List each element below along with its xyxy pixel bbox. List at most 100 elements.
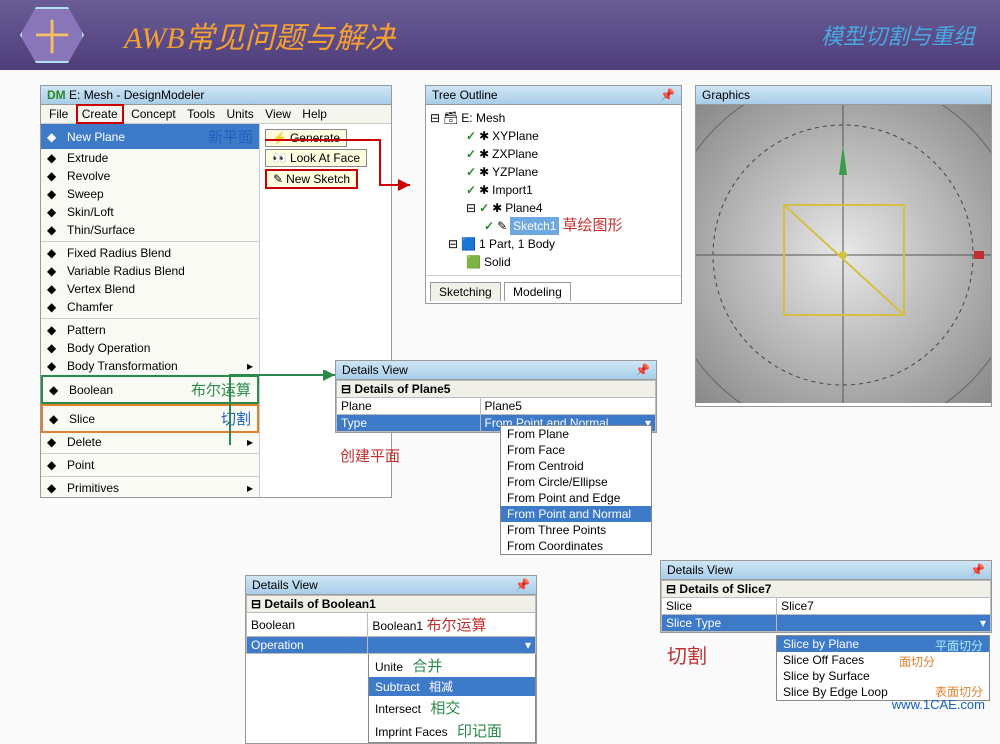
collapse-icon[interactable]: ⊟ [341,382,351,396]
generate-button[interactable]: ⚡Generate [265,129,347,147]
tree-item[interactable]: ✓ ✱ ZXPlane [430,145,677,163]
look-at-face-button[interactable]: 👀Look At Face [265,149,367,167]
option[interactable]: Slice by Plane 平面切分 [777,636,989,652]
plane-icon: ✱ [479,181,489,199]
tab-modeling[interactable]: Modeling [504,282,571,301]
tree-item[interactable]: ✓ ✱ YZPlane [430,163,677,181]
menu-tools[interactable]: Tools [183,106,219,122]
graphics-viewport[interactable] [696,105,991,403]
tree[interactable]: ⊟ 🗃 E: Mesh ✓ ✱ XYPlane✓ ✱ ZXPlane✓ ✱ YZ… [426,105,681,275]
details-plane-panel: Details View📌 ⊟ Details of Plane5 PlaneP… [335,360,657,433]
menu-item-skin-loft[interactable]: ◆Skin/Loft [41,203,259,221]
slice-type-dropdown[interactable]: Slice by Plane 平面切分Slice Off Faces 面切分Sl… [776,635,990,701]
plane-icon: ✱ [479,145,489,163]
item-icon: ◆ [47,205,61,219]
option[interactable]: From Point and Edge [501,490,651,506]
item-icon: ◆ [47,341,61,355]
tree-item[interactable]: ✓ ✱ Import1 [430,181,677,199]
tree-title: Tree Outline📌 [426,86,681,105]
graphics-panel: Graphics [695,85,992,407]
details-table: ⊟ Details of Slice7 SliceSlice7 Slice Ty… [661,580,991,632]
menu-item-point[interactable]: ◆Point [41,456,259,474]
slice-annotation: 切割 [667,640,707,669]
option[interactable]: Imprint Faces 印记面 [369,719,535,742]
plane-icon: ✱ [492,199,502,217]
menu-item-extrude[interactable]: ◆Extrude [41,149,259,167]
dv-title: Details View📌 [246,576,536,595]
option[interactable]: Unite 合并 [369,654,535,677]
option[interactable]: From Plane [501,426,651,442]
tree-parts[interactable]: 1 Part, 1 Body [479,235,555,253]
option[interactable]: From Centroid [501,458,651,474]
option[interactable]: From Coordinates [501,538,651,554]
menu-item-boolean[interactable]: ◆Boolean 布尔运算 [41,375,259,404]
tree-plane4[interactable]: Plane4 [505,199,542,217]
tree-root[interactable]: E: Mesh [461,109,505,127]
menu-concept[interactable]: Concept [127,106,180,122]
menu-create[interactable]: Create [76,104,124,124]
pin-icon[interactable]: 📌 [515,578,530,592]
dropdown-icon[interactable]: ▾ [525,638,531,652]
menu-view[interactable]: View [261,106,295,122]
collapse-icon[interactable]: ⊟ [466,199,476,217]
menu-item-pattern[interactable]: ◆Pattern [41,321,259,339]
model-svg [696,105,991,403]
item-icon: ◆ [47,264,61,278]
menu-file[interactable]: File [45,106,72,122]
pin-icon[interactable]: 📌 [635,363,650,377]
tab-sketching[interactable]: Sketching [430,282,501,301]
collapse-icon[interactable]: ⊟ [666,582,676,596]
menu-item-body-operation[interactable]: ◆Body Operation [41,339,259,357]
menubar[interactable]: File Create Concept Tools Units View Hel… [41,105,391,124]
dropdown-icon[interactable]: ▾ [980,616,986,630]
option[interactable]: Slice Off Faces 面切分 [777,652,989,668]
menu-item-revolve[interactable]: ◆Revolve [41,167,259,185]
menu-item-thin-surface[interactable]: ◆Thin/Surface [41,221,259,239]
collapse-icon[interactable]: ⊟ [448,235,458,253]
part-icon: 🟦 [461,235,476,253]
item-icon: ◆ [47,323,61,337]
item-icon: ◆ [49,412,63,426]
menu-item-slice[interactable]: ◆Slice 切割 [41,404,259,433]
plane-type-dropdown[interactable]: From PlaneFrom FaceFrom CentroidFrom Cir… [500,425,652,555]
menu-item-chamfer[interactable]: ◆Chamfer [41,298,259,316]
check-icon: ✓ [466,145,476,163]
tree-item[interactable]: ✓ ✱ XYPlane [430,127,677,145]
menu-help[interactable]: Help [298,106,331,122]
collapse-icon[interactable]: ⊟ [251,597,261,611]
menu-item-variable-radius-blend[interactable]: ◆Variable Radius Blend [41,262,259,280]
item-icon: ◆ [47,187,61,201]
option[interactable]: From Three Points [501,522,651,538]
pin-icon[interactable]: 📌 [970,563,985,577]
plane-icon: ✱ [479,127,489,145]
tree-sketch[interactable]: Sketch1 [510,217,559,235]
check-icon: ✓ [466,127,476,145]
pin-icon[interactable]: 📌 [660,88,675,102]
option[interactable]: Slice by Surface 表面切分 [777,668,989,684]
menu-item-new-plane[interactable]: ◆New Plane 新平面 [41,124,259,149]
plane-icon: ✱ [479,163,489,181]
menu-units[interactable]: Units [222,106,257,122]
option[interactable]: Intersect 相交 [369,696,535,719]
option[interactable]: Subtract 相减 [369,677,535,696]
menu-item-delete[interactable]: ◆Delete▸ [41,433,259,451]
new-sketch-button[interactable]: ✎New Sketch [265,169,358,189]
solid-icon: 🟩 [466,253,481,271]
option[interactable]: From Face [501,442,651,458]
menu-item-vertex-blend[interactable]: ◆Vertex Blend [41,280,259,298]
menu-item-fixed-radius-blend[interactable]: ◆Fixed Radius Blend [41,244,259,262]
item-icon: ◆ [47,359,61,373]
check-icon: ✓ [479,199,489,217]
menu-item-sweep[interactable]: ◆Sweep [41,185,259,203]
tree-outline-panel: Tree Outline📌 ⊟ 🗃 E: Mesh ✓ ✱ XYPlane✓ ✱… [425,85,682,304]
menu-item-body-transformation[interactable]: ◆Body Transformation▸ [41,357,259,375]
stage: DM E: Mesh - DesignModeler File Create C… [0,70,1000,720]
check-icon: ✓ [466,163,476,181]
tree-solid[interactable]: Solid [484,253,511,271]
option[interactable]: From Point and Normal [501,506,651,522]
details-slice-panel: Details View📌 ⊟ Details of Slice7 SliceS… [660,560,992,633]
collapse-icon[interactable]: ⊟ [430,109,440,127]
create-menu[interactable]: ◆New Plane 新平面◆Extrude◆Revolve◆Sweep◆Ski… [41,124,260,497]
menu-item-primitives[interactable]: ◆Primitives▸ [41,479,259,497]
option[interactable]: From Circle/Ellipse [501,474,651,490]
